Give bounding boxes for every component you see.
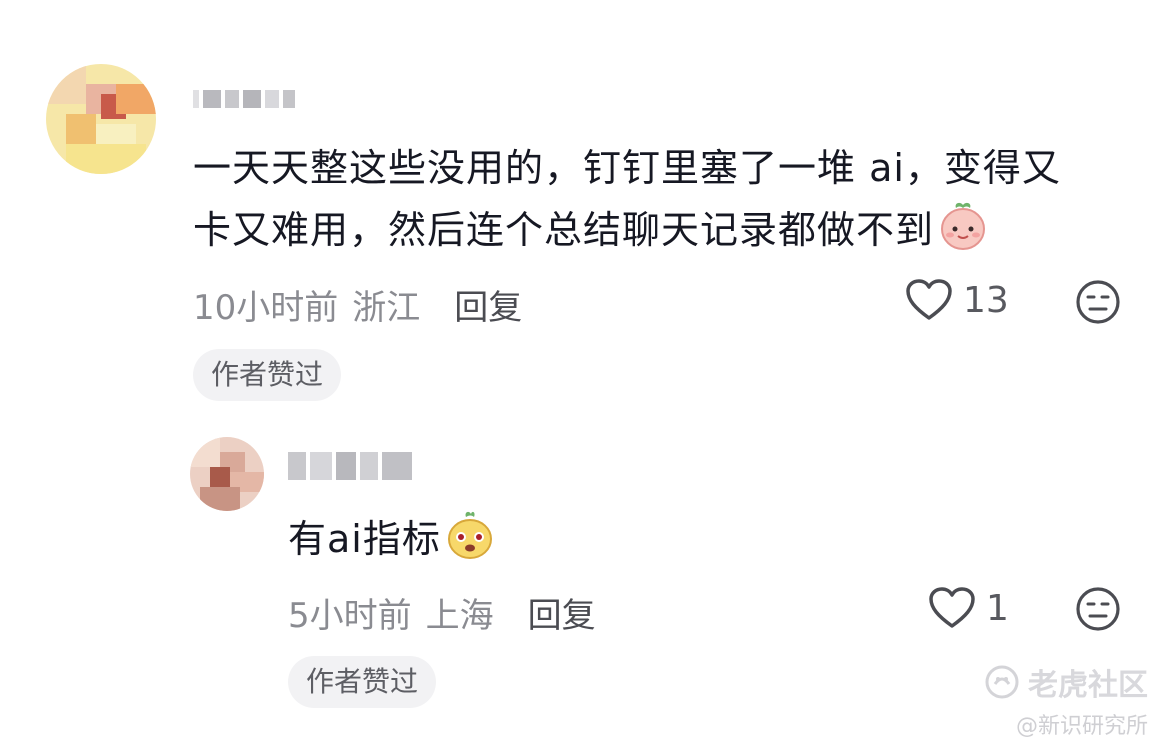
reply-button[interactable]: 回复 (528, 588, 596, 637)
avatar[interactable] (46, 64, 156, 174)
heart-icon (929, 587, 975, 628)
comment-meta: 10小时前 浙江 回复 (193, 280, 522, 329)
comment-time: 5小时前 (288, 596, 412, 636)
heart-icon (906, 279, 952, 320)
username-blurred[interactable] (193, 90, 295, 108)
watermark-handle: @新识研究所 (1015, 714, 1148, 739)
comment-time: 10小时前 (193, 288, 339, 328)
like-count: 13 (963, 279, 1009, 321)
comment-meta: 5小时前 上海 回复 (288, 588, 596, 637)
comment-text-line: 一天天整这些没用的，钉钉里塞了一堆 ai，变得又 (193, 146, 1061, 190)
comment-text: 有ai指标 (288, 508, 495, 578)
reply-button[interactable]: 回复 (454, 280, 522, 329)
yellow-face-emoji-icon (445, 510, 495, 578)
dislike-button[interactable] (1075, 586, 1121, 636)
like-button[interactable]: 13 (905, 278, 1009, 322)
comment-text-line: 卡又难用，然后连个总结聊天记录都做不到 (193, 208, 935, 252)
comment-text-line: 有ai指标 (288, 517, 441, 561)
tiger-logo-icon (985, 665, 1019, 699)
neutral-face-icon (1076, 280, 1120, 324)
author-liked-badge: 作者赞过 (288, 656, 437, 708)
comment-location: 上海 (425, 596, 494, 636)
watermark-brand-text: 老虎社区 (1028, 668, 1148, 703)
username-blurred[interactable] (288, 452, 412, 480)
avatar[interactable] (190, 437, 264, 511)
like-button[interactable]: 1 (928, 586, 1009, 630)
dislike-button[interactable] (1075, 279, 1121, 329)
peach-face-emoji-icon (938, 201, 988, 269)
author-liked-badge: 作者赞过 (193, 349, 342, 401)
comment-location: 浙江 (352, 288, 421, 328)
comment-text: 一天天整这些没用的，钉钉里塞了一堆 ai，变得又 卡又难用，然后连个总结聊天记录… (193, 137, 1123, 269)
watermark-brand: 老虎社区 (984, 660, 1148, 704)
like-count: 1 (986, 587, 1009, 629)
neutral-face-icon (1076, 587, 1120, 631)
